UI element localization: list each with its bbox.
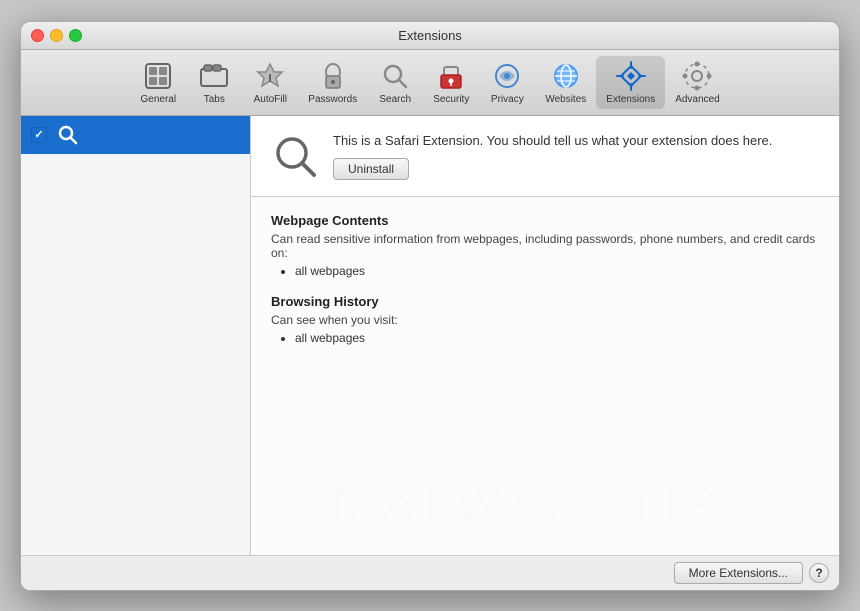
- content-area: MALWARETIPS This is a Safari Extension. …: [21, 116, 839, 555]
- websites-label: Websites: [545, 94, 586, 105]
- browsing-history-item: all webpages: [295, 331, 819, 345]
- toolbar-item-extensions[interactable]: Extensions: [596, 56, 665, 109]
- toolbar-item-tabs[interactable]: Tabs: [186, 56, 242, 109]
- more-extensions-button[interactable]: More Extensions...: [674, 562, 803, 584]
- toolbar-item-search[interactable]: Search: [367, 56, 423, 109]
- passwords-icon: [317, 60, 349, 92]
- webpage-contents-desc: Can read sensitive information from webp…: [271, 232, 819, 260]
- toolbar-item-websites[interactable]: Websites: [535, 56, 596, 109]
- general-icon: [142, 60, 174, 92]
- footer: More Extensions... ?: [21, 555, 839, 590]
- search-toolbar-icon: [379, 60, 411, 92]
- passwords-label: Passwords: [308, 94, 357, 105]
- search-label: Search: [379, 94, 411, 105]
- permission-section-history: Browsing History Can see when you visit:…: [271, 294, 819, 345]
- privacy-icon: [491, 60, 523, 92]
- general-label: General: [141, 94, 177, 105]
- titlebar: Extensions: [21, 22, 839, 50]
- autofill-icon: [254, 60, 286, 92]
- browsing-history-list: all webpages: [295, 331, 819, 345]
- security-label: Security: [433, 94, 469, 105]
- help-button[interactable]: ?: [809, 563, 829, 583]
- toolbar-item-autofill[interactable]: AutoFill: [242, 56, 298, 109]
- tabs-label: Tabs: [204, 94, 225, 105]
- extension-description: This is a Safari Extension. You should t…: [333, 132, 819, 150]
- browsing-history-desc: Can see when you visit:: [271, 313, 819, 327]
- minimize-button[interactable]: [50, 29, 63, 42]
- security-icon: [435, 60, 467, 92]
- uninstall-button[interactable]: Uninstall: [333, 158, 409, 180]
- privacy-label: Privacy: [491, 94, 524, 105]
- close-button[interactable]: [31, 29, 44, 42]
- extension-search-icon: [55, 122, 81, 148]
- extension-enabled-checkbox[interactable]: [31, 127, 47, 143]
- toolbar-item-privacy[interactable]: Privacy: [479, 56, 535, 109]
- sidebar-item-search-ext[interactable]: [21, 116, 250, 154]
- safari-preferences-window: Extensions General: [20, 21, 840, 591]
- advanced-icon: [681, 60, 713, 92]
- toolbar-item-general[interactable]: General: [130, 56, 186, 109]
- extension-info: This is a Safari Extension. You should t…: [333, 132, 819, 180]
- webpage-contents-list: all webpages: [295, 264, 819, 278]
- websites-icon: [550, 60, 582, 92]
- window-title: Extensions: [398, 28, 462, 43]
- tabs-icon: [198, 60, 230, 92]
- extension-detail-header: This is a Safari Extension. You should t…: [251, 116, 839, 197]
- browsing-history-title: Browsing History: [271, 294, 819, 309]
- permission-section-webpage: Webpage Contents Can read sensitive info…: [271, 213, 819, 278]
- autofill-label: AutoFill: [254, 94, 287, 105]
- main-panel: MALWARETIPS This is a Safari Extension. …: [251, 116, 839, 555]
- extensions-icon: [615, 60, 647, 92]
- permissions-panel: Webpage Contents Can read sensitive info…: [251, 197, 839, 555]
- traffic-lights: [31, 29, 82, 42]
- extensions-sidebar: [21, 116, 251, 555]
- webpage-contents-item: all webpages: [295, 264, 819, 278]
- toolbar-item-security[interactable]: Security: [423, 56, 479, 109]
- extension-large-icon: [271, 132, 319, 180]
- toolbar: General Tabs AutoFill: [21, 50, 839, 116]
- webpage-contents-title: Webpage Contents: [271, 213, 819, 228]
- maximize-button[interactable]: [69, 29, 82, 42]
- advanced-label: Advanced: [675, 94, 719, 105]
- toolbar-item-advanced[interactable]: Advanced: [665, 56, 729, 109]
- toolbar-item-passwords[interactable]: Passwords: [298, 56, 367, 109]
- extensions-label: Extensions: [606, 94, 655, 105]
